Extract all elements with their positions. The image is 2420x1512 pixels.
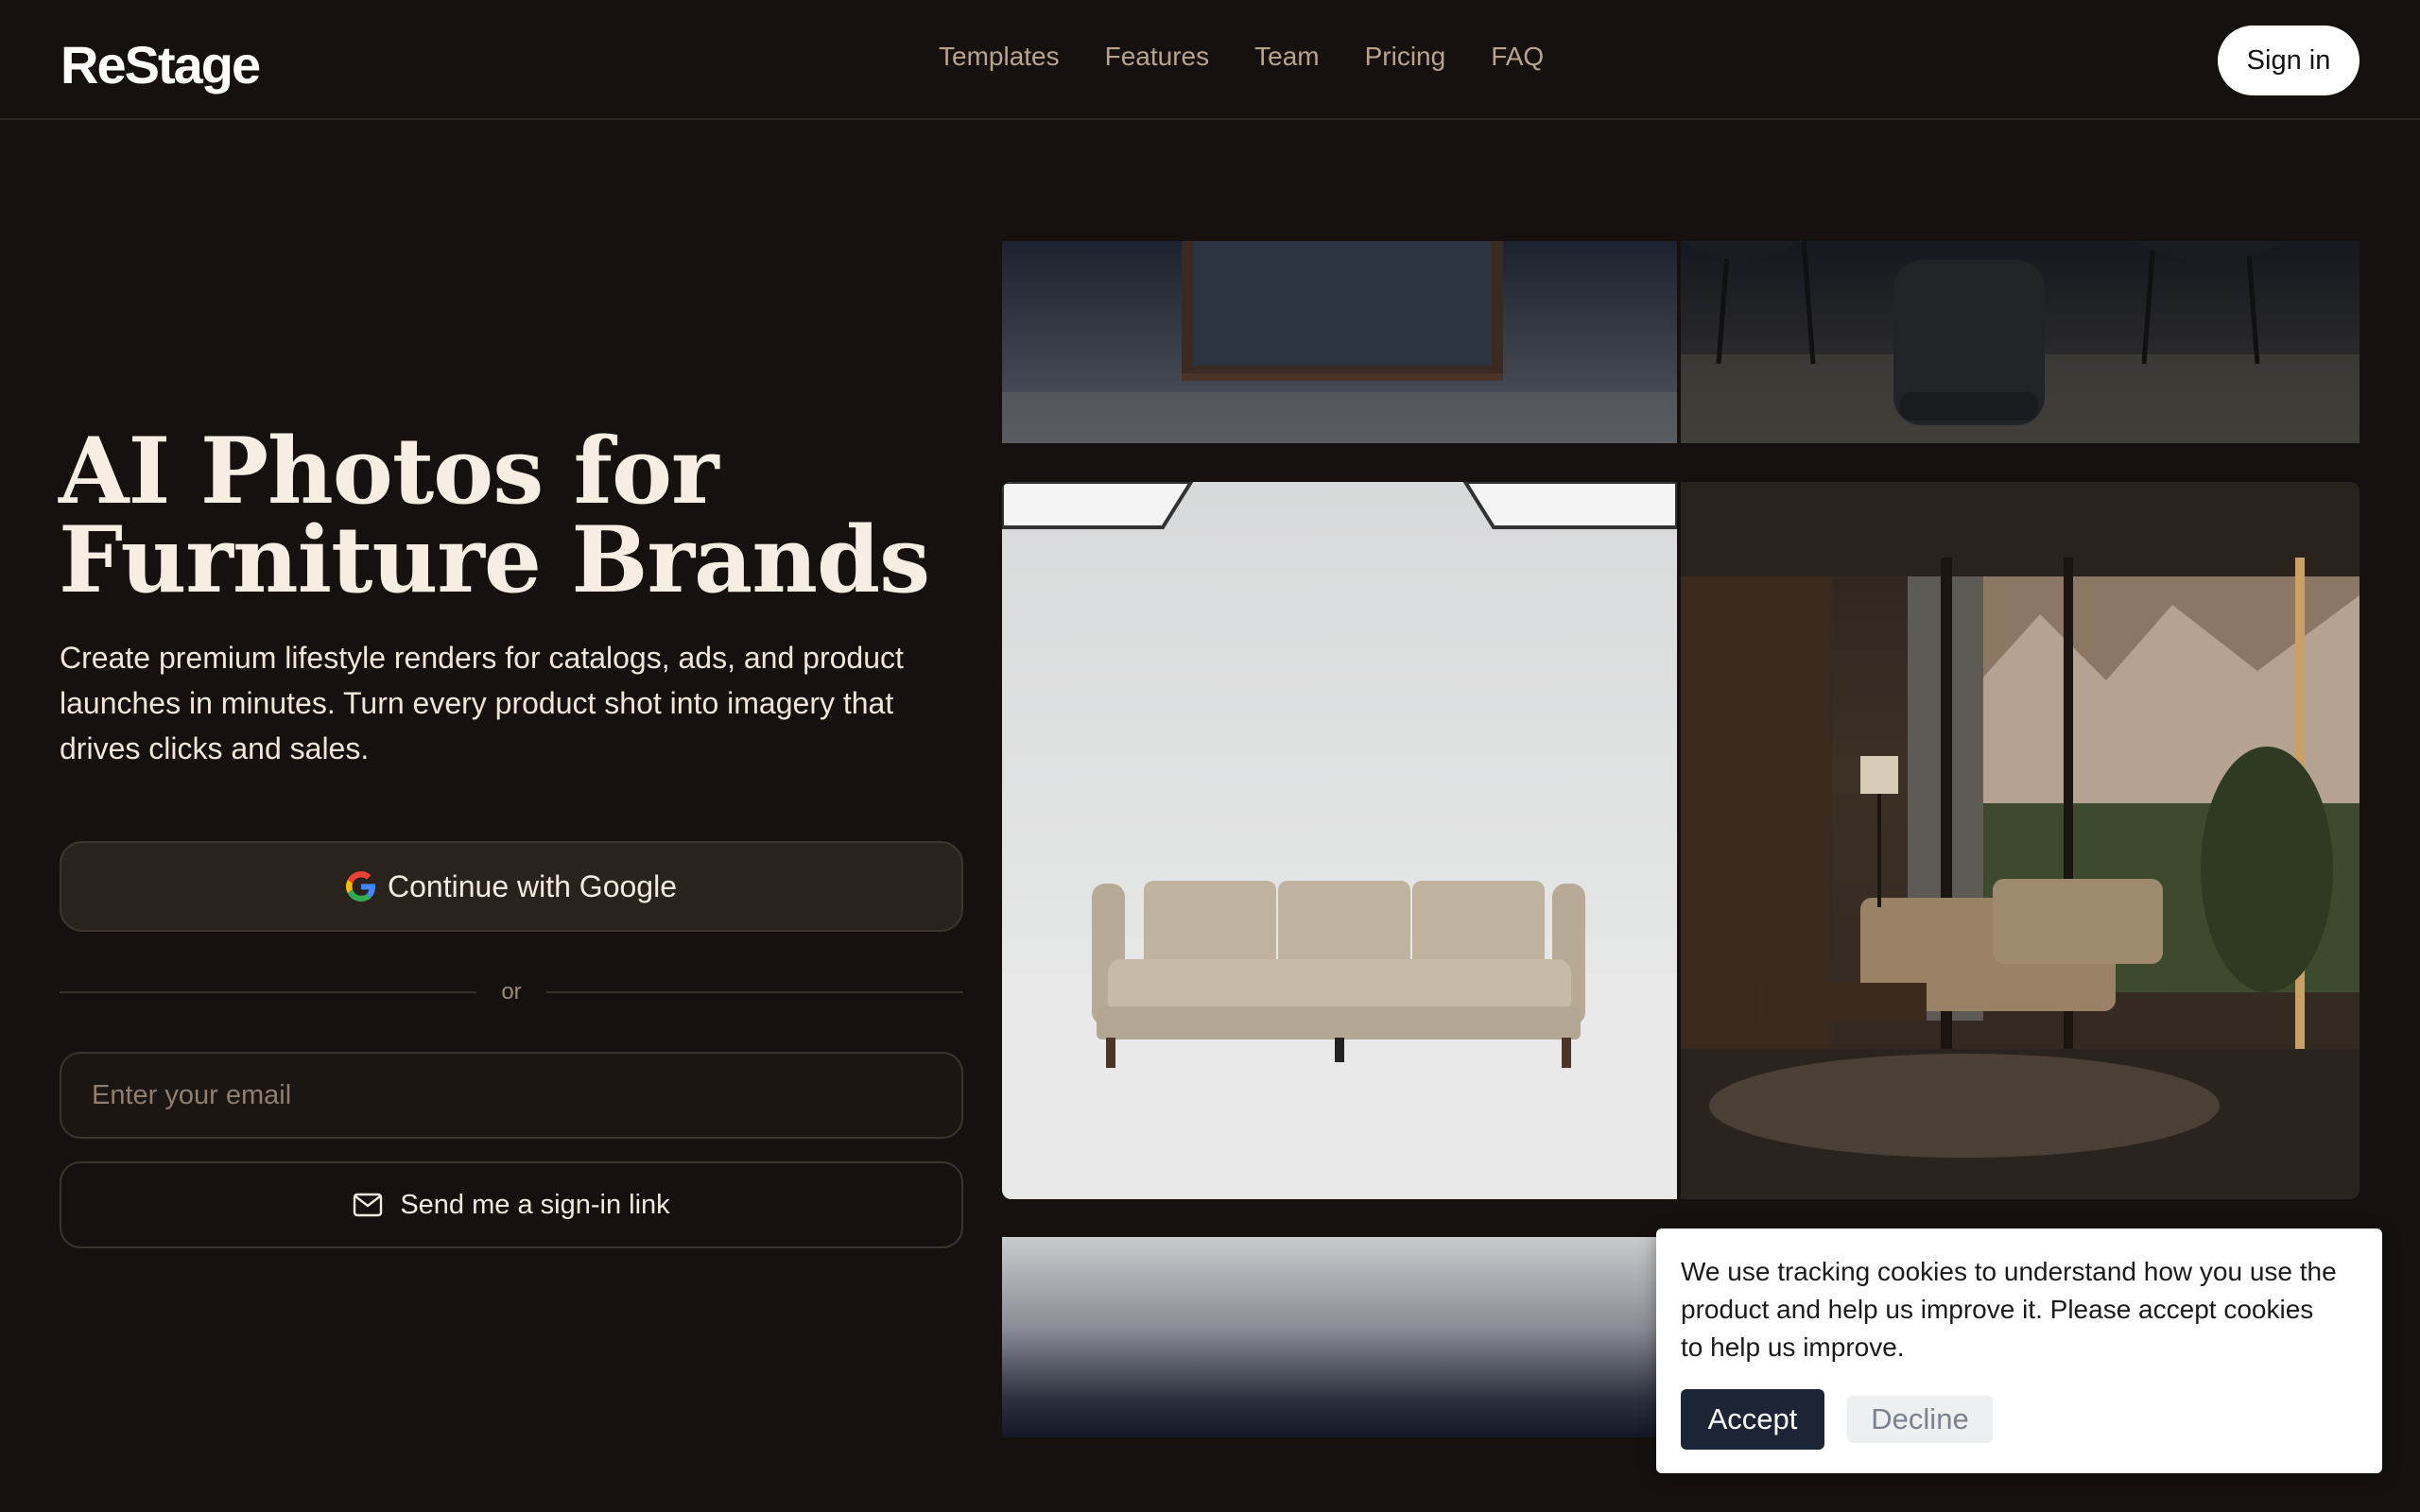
hero-title-line2: Furniture Brands (59, 507, 930, 613)
nav-faq[interactable]: FAQ (1491, 42, 1544, 72)
cookie-text: We use tracking cookies to understand ho… (1681, 1257, 2337, 1362)
dining-scene-illustration (1681, 241, 2360, 443)
cookie-banner: We use tracking cookies to understand ho… (1656, 1228, 2382, 1473)
google-icon (346, 871, 376, 902)
gallery-image-mirror (1002, 241, 1677, 443)
send-link-label: Send me a sign-in link (400, 1189, 670, 1220)
nav-team[interactable]: Team (1254, 42, 1319, 72)
decline-cookies-button[interactable]: Decline (1847, 1396, 1993, 1443)
divider-line-left (60, 991, 477, 993)
or-divider: or (60, 973, 963, 1011)
divider-label: or (501, 979, 522, 1005)
hero-subtitle: Create premium lifestyle renders for cat… (60, 641, 904, 765)
mail-icon (354, 1193, 383, 1217)
mirror-scene-illustration (1002, 241, 1677, 443)
divider-line-right (545, 991, 963, 993)
sign-in-button[interactable]: Sign in (2218, 26, 2360, 95)
gallery-image-gradient-studio (1002, 1237, 1677, 1437)
send-sign-in-link-button[interactable]: Send me a sign-in link (60, 1161, 963, 1248)
google-button-label: Continue with Google (388, 868, 677, 903)
living-room-illustration (1681, 482, 2360, 1199)
cookie-actions: Accept Decline (1681, 1389, 1993, 1450)
main-nav: Templates Features Team Pricing FAQ (939, 42, 1544, 72)
logo[interactable]: ReStage (60, 34, 261, 95)
hero-title-line1: AI Photos for (59, 418, 719, 524)
email-input[interactable] (60, 1052, 963, 1139)
gallery-image-dining (1681, 241, 2360, 443)
hero-title: AI Photos for Furniture Brands (59, 418, 985, 613)
accept-cookies-button[interactable]: Accept (1681, 1389, 1824, 1450)
studio-sofa-illustration (1002, 482, 1677, 1199)
gallery-image-studio-sofa (1002, 482, 1677, 1199)
site-header: ReStage Templates Features Team Pricing … (0, 0, 2420, 120)
nav-features[interactable]: Features (1105, 42, 1210, 72)
nav-templates[interactable]: Templates (939, 42, 1060, 72)
continue-with-google-button[interactable]: Continue with Google (60, 841, 963, 932)
gallery-image-living-room (1681, 482, 2360, 1199)
nav-pricing[interactable]: Pricing (1365, 42, 1446, 72)
